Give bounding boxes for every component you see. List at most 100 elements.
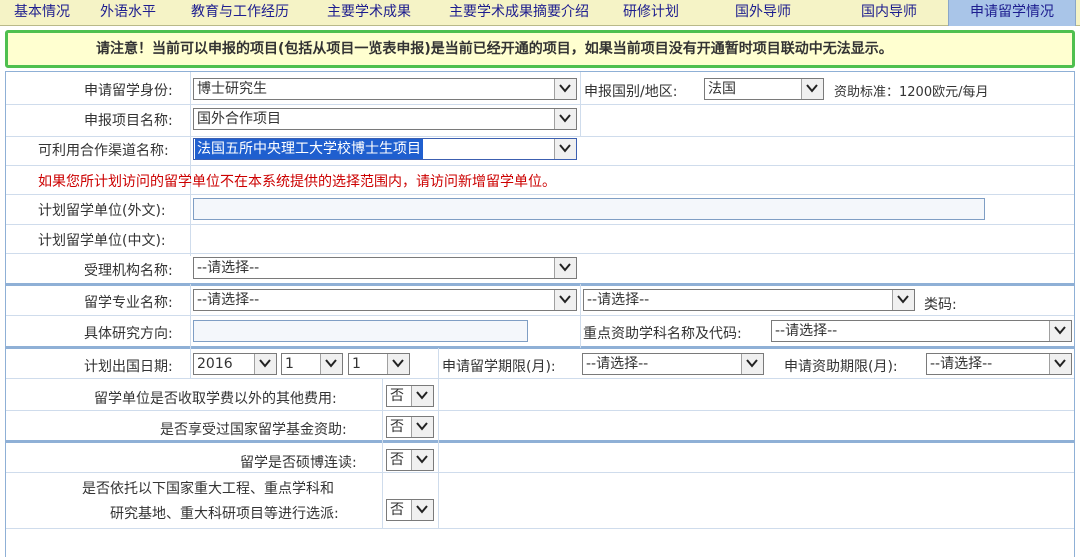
tab-achievements-summary[interactable]: 主要学术成果摘要介绍 — [432, 0, 606, 26]
country-value: 法国 — [708, 81, 736, 97]
agency-label: 受理机构名称: — [84, 263, 173, 279]
column-divider — [438, 348, 439, 380]
other-fees-value: 否 — [390, 388, 404, 404]
funding-duration-label: 申请资助期限(月): — [784, 359, 898, 375]
chevron-down-icon — [801, 79, 823, 99]
agency-value: --请选择-- — [197, 260, 260, 276]
row-divider — [6, 136, 1074, 137]
channel-select[interactable]: 法国五所中央理工大学校博士生项目 — [193, 138, 577, 160]
study-duration-select[interactable]: --请选择-- — [582, 353, 764, 375]
identity-select[interactable]: 博士研究生 — [193, 78, 577, 100]
row-divider — [6, 528, 1074, 529]
tab-foreign-supervisor[interactable]: 国外导师 — [720, 0, 806, 26]
departure-day-value: 1 — [352, 356, 361, 372]
notice-banner: 请注意！当前可以申报的项目(包括从项目一览表申报)是当前已经开通的项目，如果当前… — [5, 30, 1075, 68]
departure-month-select[interactable]: 1 — [281, 353, 343, 375]
row-divider — [6, 165, 1074, 166]
chevron-down-icon — [411, 450, 433, 470]
csc-funded-select[interactable]: 否 — [386, 416, 434, 438]
key-discipline-value: --请选择-- — [775, 323, 838, 339]
major-value-primary: --请选择-- — [197, 292, 260, 308]
chevron-down-icon — [411, 417, 433, 437]
section-separator — [6, 346, 1074, 349]
master-phd-select[interactable]: 否 — [386, 449, 434, 471]
major-label: 留学专业名称: — [84, 295, 173, 311]
key-discipline-select[interactable]: --请选择-- — [771, 320, 1072, 342]
chevron-down-icon — [554, 290, 576, 310]
tab-study-abroad-application[interactable]: 申请留学情况 — [948, 0, 1076, 26]
chevron-down-icon — [554, 109, 576, 129]
row-divider — [6, 253, 1074, 254]
column-divider — [580, 284, 581, 348]
chevron-down-icon — [554, 79, 576, 99]
chevron-down-icon — [554, 139, 576, 159]
unit-foreign-label: 计划留学单位(外文): — [38, 203, 166, 219]
country-select[interactable]: 法国 — [704, 78, 824, 100]
chevron-down-icon — [387, 354, 409, 374]
tab-foreign-language[interactable]: 外语水平 — [86, 0, 170, 26]
tab-study-plan[interactable]: 研修计划 — [608, 0, 694, 26]
funding-duration-select[interactable]: --请选择-- — [926, 353, 1072, 375]
identity-value: 博士研究生 — [197, 81, 267, 97]
major-select-primary[interactable]: --请选择-- — [193, 289, 577, 311]
section-separator — [6, 283, 1074, 286]
agency-select[interactable]: --请选择-- — [193, 257, 577, 279]
tab-bar: 基本情况 外语水平 教育与工作经历 主要学术成果 主要学术成果摘要介绍 研修计划… — [0, 0, 1080, 26]
major-project-value: 否 — [390, 502, 404, 518]
master-phd-value: 否 — [390, 452, 404, 468]
tab-domestic-supervisor[interactable]: 国内导师 — [846, 0, 932, 26]
study-duration-value: --请选择-- — [586, 356, 649, 372]
master-phd-label: 留学是否硕博连读: — [240, 455, 357, 471]
other-fees-label: 留学单位是否收取学费以外的其他费用: — [94, 391, 337, 407]
chevron-down-icon — [1049, 354, 1071, 374]
tab-education-work[interactable]: 教育与工作经历 — [172, 0, 308, 26]
chevron-down-icon — [320, 354, 342, 374]
row-divider — [6, 194, 1074, 195]
key-discipline-label: 重点资助学科名称及代码: — [583, 326, 742, 342]
departure-year-select[interactable]: 2016 — [193, 353, 277, 375]
tab-basic-info[interactable]: 基本情况 — [0, 0, 84, 26]
column-divider — [438, 379, 439, 529]
unit-warning: 如果您所计划访问的留学单位不在本系统提供的选择范围内，请访问新增留学单位。 — [38, 174, 556, 190]
chevron-down-icon — [411, 386, 433, 406]
major-project-label-line2: 研究基地、重大科研项目等进行选派: — [110, 506, 339, 522]
major-value-secondary: --请选择-- — [587, 292, 650, 308]
column-divider — [190, 72, 191, 256]
departure-month-value: 1 — [285, 356, 294, 372]
study-duration-label: 申请留学期限(月): — [442, 359, 556, 375]
row-divider — [6, 315, 1074, 316]
csc-funded-label: 是否享受过国家留学基金资助: — [160, 422, 347, 438]
row-divider — [6, 410, 1074, 411]
major-select-secondary[interactable]: --请选择-- — [583, 289, 915, 311]
category-code-label: 类码: — [924, 297, 957, 313]
research-direction-label: 具体研究方向: — [84, 326, 173, 342]
row-divider — [6, 378, 1074, 379]
column-divider — [580, 72, 581, 136]
section-separator — [6, 440, 1074, 443]
channel-value: 法国五所中央理工大学校博士生项目 — [195, 139, 423, 159]
departure-date-label: 计划出国日期: — [84, 359, 173, 375]
project-name-value: 国外合作项目 — [197, 111, 281, 127]
other-fees-select[interactable]: 否 — [386, 385, 434, 407]
chevron-down-icon — [1049, 321, 1071, 341]
departure-year-value: 2016 — [197, 356, 233, 372]
column-divider — [382, 379, 383, 529]
csc-funded-value: 否 — [390, 419, 404, 435]
departure-day-select[interactable]: 1 — [348, 353, 410, 375]
unit-foreign-input[interactable] — [193, 198, 985, 220]
row-divider — [6, 224, 1074, 225]
major-project-select[interactable]: 否 — [386, 499, 434, 521]
project-name-label: 申报项目名称: — [84, 113, 173, 129]
row-divider — [6, 472, 1074, 473]
funding-duration-value: --请选择-- — [930, 356, 993, 372]
project-name-select[interactable]: 国外合作项目 — [193, 108, 577, 130]
country-label: 申报国别/地区: — [584, 84, 678, 100]
funding-standard: 资助标准：1200欧元/每月 — [834, 85, 989, 100]
tab-academic-achievements[interactable]: 主要学术成果 — [310, 0, 428, 26]
major-project-label-line1: 是否依托以下国家重大工程、重点学科和 — [82, 481, 334, 497]
chevron-down-icon — [741, 354, 763, 374]
chevron-down-icon — [411, 500, 433, 520]
research-direction-input[interactable] — [193, 320, 528, 342]
column-divider — [190, 348, 191, 378]
chevron-down-icon — [254, 354, 276, 374]
